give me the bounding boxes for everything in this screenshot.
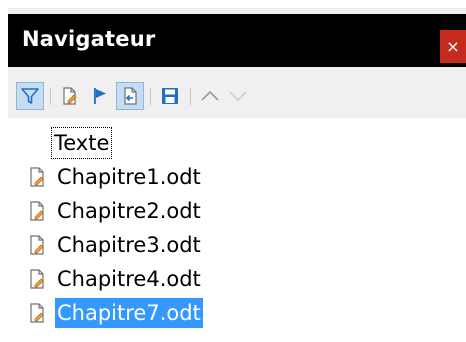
filter-icon <box>21 88 39 104</box>
tree-item[interactable]: Chapitre4.odt <box>28 262 203 295</box>
window-title: Navigateur <box>22 27 156 51</box>
close-icon: × <box>446 37 460 56</box>
toolbar <box>8 80 466 114</box>
document-icon <box>28 234 52 256</box>
chevron-down-icon <box>229 91 247 102</box>
navigator-tree[interactable]: Texte Chapitre1.odt Chapitre2.odt Chapit… <box>8 118 466 342</box>
move-up-button[interactable] <box>196 82 224 110</box>
tree-item-label-selected[interactable]: Chapitre7.odt <box>55 297 203 328</box>
document-icon <box>28 268 52 290</box>
tree-item-label[interactable]: Chapitre4.odt <box>55 264 203 294</box>
navigator-window: Navigateur × Texte Chapitre1.odt Chapitr… <box>8 8 466 342</box>
tree-item-label[interactable]: Chapitre1.odt <box>55 162 203 192</box>
document-icon <box>28 200 52 222</box>
tree-heading-row[interactable]: Texte <box>50 126 113 159</box>
document-icon <box>28 166 52 188</box>
tree-item[interactable]: Chapitre7.odt <box>28 296 203 329</box>
tree-item[interactable]: Chapitre2.odt <box>28 194 203 227</box>
chevron-up-icon <box>201 90 219 101</box>
toolbar-separator <box>50 88 51 105</box>
toolbar-separator <box>190 88 191 105</box>
save-icon <box>162 88 178 104</box>
document-icon <box>28 302 52 324</box>
close-button[interactable]: × <box>440 30 466 63</box>
tree-item[interactable]: Chapitre3.odt <box>28 228 203 261</box>
move-down-button[interactable] <box>224 82 252 110</box>
title-bar[interactable]: Navigateur × <box>8 14 466 67</box>
tree-heading[interactable]: Texte <box>50 126 113 159</box>
tree-item[interactable]: Chapitre1.odt <box>28 160 203 193</box>
insert-document-button[interactable] <box>116 82 144 110</box>
toolbar-separator <box>150 88 151 105</box>
edit-document-icon <box>63 87 77 105</box>
tree-item-label[interactable]: Chapitre2.odt <box>55 196 203 226</box>
flag-icon <box>94 88 106 104</box>
tree-item-label[interactable]: Chapitre3.odt <box>55 230 203 260</box>
edit-document-button[interactable] <box>56 82 84 110</box>
flag-button[interactable] <box>86 82 114 110</box>
insert-document-icon <box>124 87 137 105</box>
filter-button[interactable] <box>16 82 44 110</box>
save-button[interactable] <box>156 82 184 110</box>
